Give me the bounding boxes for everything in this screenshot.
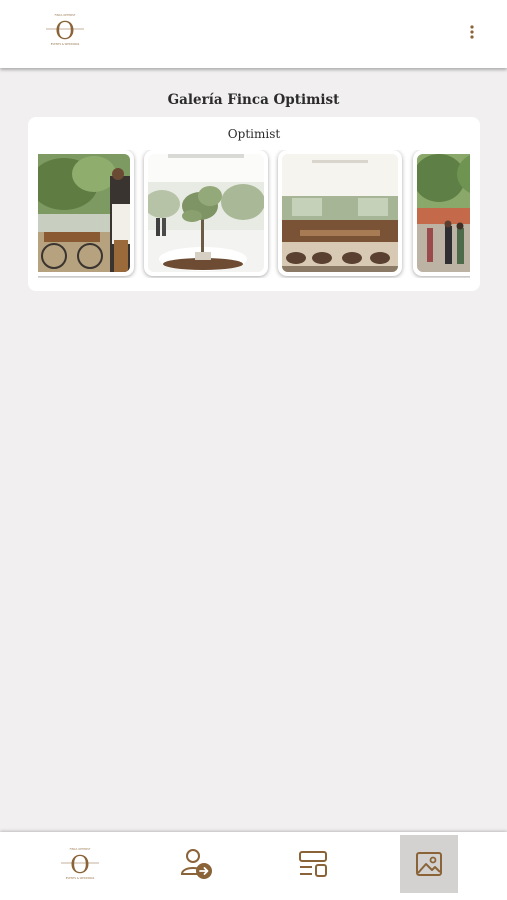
photo-olive-tree[interactable] (144, 150, 268, 276)
nav-dashboard-button[interactable] (284, 835, 342, 893)
nav-gallery-button[interactable] (400, 835, 458, 893)
gallery-card: Optimist (28, 117, 480, 291)
photo-bicycle-couple-image (38, 154, 130, 272)
photo-garden-party[interactable] (413, 150, 470, 276)
gallery-subtitle: Optimist (227, 127, 281, 141)
photo-garden-party-image (417, 154, 470, 272)
photo-banquet-hall-image (282, 154, 398, 272)
more-options-button[interactable] (460, 19, 484, 45)
photo-banquet-hall[interactable] (278, 150, 402, 276)
image-carousel[interactable] (38, 150, 470, 278)
image-icon (416, 852, 442, 876)
brand-logo-letter: O (55, 17, 75, 45)
brand-logo-icon: FINCA OPTIMIST O EVENTS & WEDDINGS (61, 847, 99, 880)
svg-text:EVENTS & WEDDINGS: EVENTS & WEDDINGS (66, 876, 95, 880)
svg-text:O: O (70, 851, 90, 879)
top-app-bar: FINCA OPTIMIST O EVENTS & WEDDINGS (0, 0, 507, 68)
brand-logo-bottom-text: EVENTS & WEDDINGS (51, 42, 80, 46)
bottom-navigation: FINCA OPTIMIST O EVENTS & WEDDINGS (0, 832, 507, 900)
nav-home-button[interactable]: FINCA OPTIMIST O EVENTS & WEDDINGS (51, 835, 109, 893)
nav-profile-button[interactable] (168, 835, 226, 893)
brand-logo[interactable]: FINCA OPTIMIST O EVENTS & WEDDINGS (40, 10, 90, 50)
layout-icon (299, 851, 327, 877)
photo-olive-tree-image (148, 154, 264, 272)
page-title: Galería Finca Optimist (167, 92, 340, 108)
more-vert-icon (470, 25, 474, 39)
photo-bicycle-couple[interactable] (38, 150, 134, 276)
user-arrow-icon (180, 849, 212, 879)
